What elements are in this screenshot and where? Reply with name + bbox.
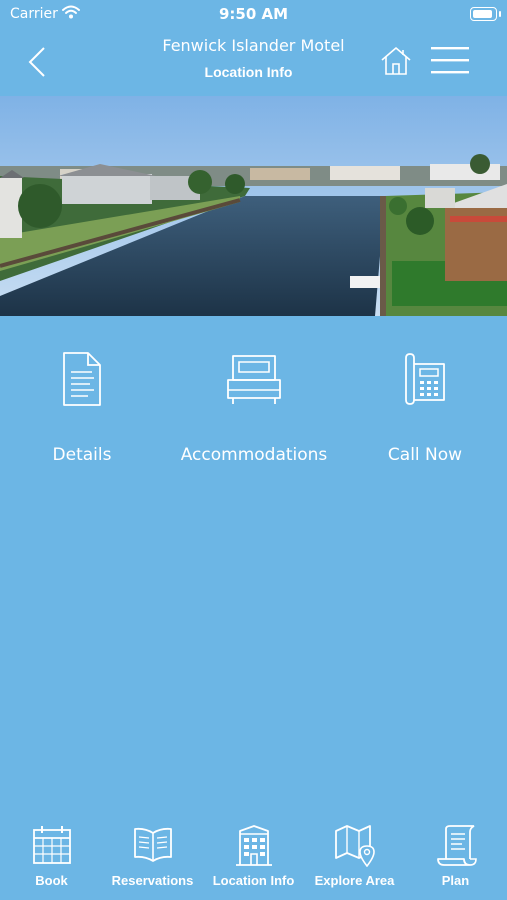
page-subtitle: Location Info: [204, 64, 293, 80]
tab-book[interactable]: Book: [1, 815, 102, 900]
tab-reservations[interactable]: Reservations: [102, 815, 203, 900]
battery-level: [473, 10, 492, 18]
call-now-label: Call Now: [387, 445, 463, 465]
home-icon: [381, 47, 411, 75]
clock: 9:50 AM: [218, 5, 289, 23]
tab-plan-label: Plan: [441, 873, 470, 888]
home-button[interactable]: [378, 45, 414, 77]
tab-plan[interactable]: Plan: [405, 815, 506, 900]
nav-bar: Fenwick Islander Motel Location Info: [0, 28, 507, 96]
canal-photo: [0, 96, 507, 316]
tab-reservations-label: Reservations: [111, 873, 194, 888]
book-icon: [102, 823, 203, 867]
details-label: Details: [52, 445, 112, 465]
details-action[interactable]: Details: [0, 350, 167, 480]
tab-explore-area-label: Explore Area: [314, 873, 395, 888]
call-now-action[interactable]: Call Now: [340, 350, 507, 480]
battery-icon: [470, 7, 501, 21]
bed-icon: [169, 350, 339, 414]
tab-location-info[interactable]: Location Info: [203, 815, 304, 900]
tab-book-label: Book: [35, 873, 68, 888]
tab-location-info-label: Location Info: [212, 873, 295, 888]
map-icon: [304, 823, 405, 867]
tab-bar: Book Reservations Location Info Explore …: [0, 815, 507, 900]
accommodations-action[interactable]: Accommodations: [169, 350, 339, 480]
hero-image: [0, 96, 507, 316]
hamburger-menu-icon: [431, 47, 469, 74]
menu-button[interactable]: [428, 44, 472, 78]
status-bar: Carrier 9:50 AM: [0, 0, 507, 28]
building-icon: [203, 823, 304, 867]
phone-icon: [340, 350, 507, 414]
accommodations-label: Accommodations: [180, 445, 328, 465]
scroll-icon: [405, 823, 506, 867]
document-icon: [0, 350, 167, 414]
calendar-icon: [1, 823, 102, 867]
tab-explore-area[interactable]: Explore Area: [304, 815, 405, 900]
